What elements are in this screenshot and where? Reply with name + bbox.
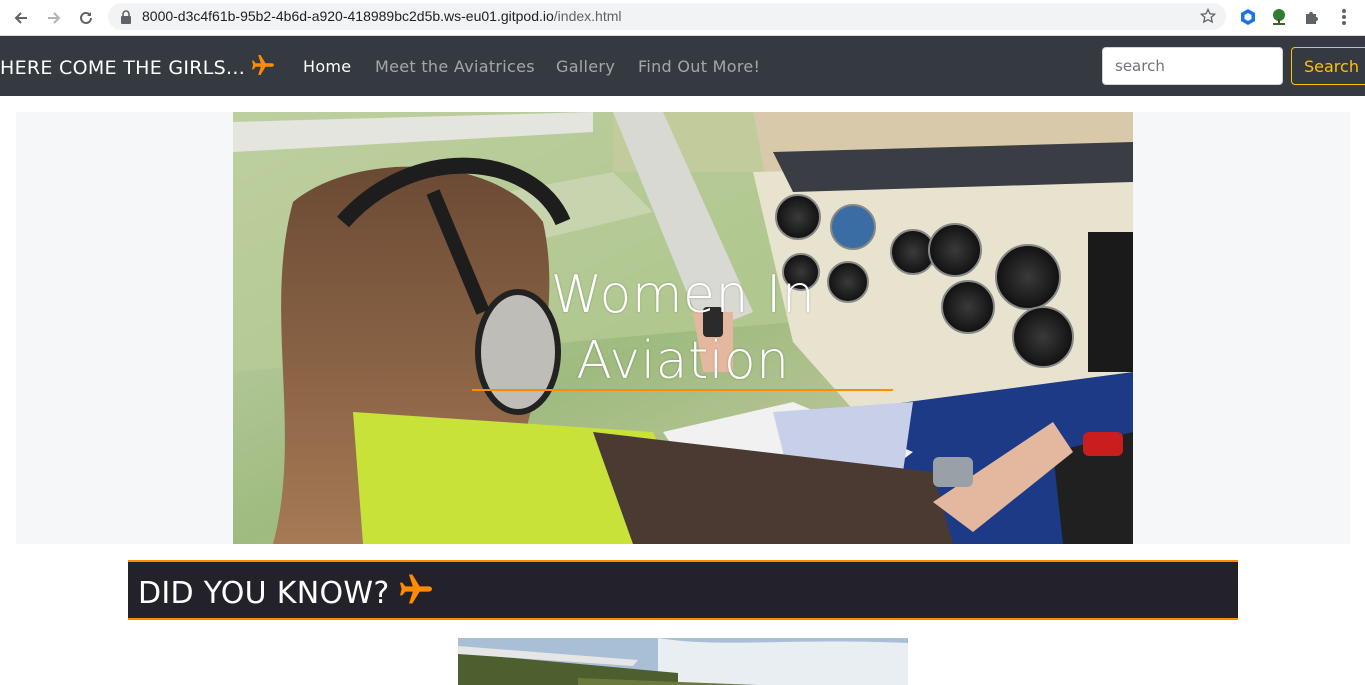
search-button[interactable]: Search bbox=[1291, 47, 1365, 85]
url-host: 8000-d3c4f61b-95b2-4b6d-a920-418989bc2d5… bbox=[142, 8, 554, 24]
brand-link[interactable]: HERE COME THE GIRLS... bbox=[0, 54, 275, 81]
airplane-icon bbox=[398, 573, 434, 613]
hero-title-line2: Aviation bbox=[576, 331, 790, 391]
wing-view-image bbox=[458, 638, 908, 685]
back-icon[interactable] bbox=[9, 6, 33, 30]
hero-title: Women In Aviation bbox=[233, 262, 1133, 394]
nav-link-home[interactable]: Home bbox=[303, 57, 351, 76]
brand-text: HERE COME THE GIRLS... bbox=[0, 56, 246, 79]
did-you-know-heading: DID YOU KNOW? bbox=[138, 573, 434, 613]
airplane-icon bbox=[251, 54, 275, 81]
nav-link-find-out-more[interactable]: Find Out More! bbox=[638, 57, 760, 76]
browser-toolbar: 8000-d3c4f61b-95b2-4b6d-a920-418989bc2d5… bbox=[0, 0, 1365, 36]
extensions-puzzle-icon[interactable] bbox=[1301, 6, 1323, 28]
hero-underline bbox=[472, 389, 893, 391]
did-you-know-banner: DID YOU KNOW? bbox=[128, 560, 1238, 620]
hero-title-line1: Women In bbox=[550, 265, 816, 325]
url-text: 8000-d3c4f61b-95b2-4b6d-a920-418989bc2d5… bbox=[142, 8, 621, 24]
did-you-know-text: DID YOU KNOW? bbox=[138, 575, 390, 611]
forward-icon[interactable] bbox=[42, 6, 66, 30]
nav-link-gallery[interactable]: Gallery bbox=[556, 57, 615, 76]
site-navbar: HERE COME THE GIRLS... Home Meet the Avi… bbox=[0, 36, 1365, 96]
nav-link-aviatrices[interactable]: Meet the Aviatrices bbox=[375, 57, 535, 76]
lock-icon bbox=[120, 9, 132, 28]
bookmark-star-icon[interactable] bbox=[1199, 7, 1217, 28]
address-bar[interactable]: 8000-d3c4f61b-95b2-4b6d-a920-418989bc2d5… bbox=[108, 3, 1226, 30]
reload-icon[interactable] bbox=[74, 6, 98, 30]
extension-hexagon-icon[interactable] bbox=[1237, 6, 1259, 28]
browser-menu-icon[interactable] bbox=[1333, 6, 1355, 28]
extension-tree-icon[interactable] bbox=[1268, 6, 1290, 28]
search-input[interactable] bbox=[1102, 47, 1283, 85]
url-path: /index.html bbox=[553, 8, 622, 24]
